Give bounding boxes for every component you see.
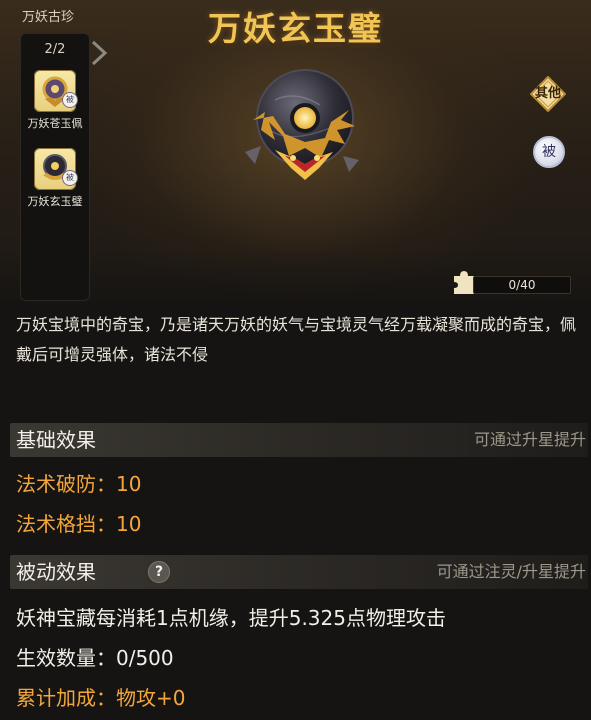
fragment-progress-bar: 0/40: [473, 276, 571, 294]
stat-spell-block: 法术格挡：10: [16, 512, 142, 536]
other-button-label: 其他: [534, 86, 561, 101]
basic-effects-title: 基础效果: [16, 428, 96, 452]
help-icon[interactable]: ?: [148, 561, 170, 583]
list-item-jade-pendant[interactable]: 被 万妖苍玉佩: [25, 70, 85, 131]
list-item-jade-disc[interactable]: 被 万妖玄玉璧: [25, 148, 85, 209]
passive-button[interactable]: 被: [533, 136, 565, 168]
item-name: 万妖玄玉璧: [27, 195, 83, 208]
passive-effect-bonus: 累计加成：物攻+0: [16, 686, 186, 710]
item-description: 万妖宝境中的奇宝，乃是诸天万妖的妖气与宝境灵气经万载凝聚而成的奇宝，佩戴后可增灵…: [16, 315, 577, 364]
basic-effects-header: 基础效果 可通过升星提升: [10, 423, 588, 457]
passive-badge: 被: [62, 92, 78, 108]
item-list-panel: 2/2 被 万妖苍玉佩 被 万妖玄玉璧: [20, 33, 90, 301]
other-button[interactable]: 其他: [529, 75, 567, 113]
passive-effects-header: 被动效果 ? 可通过注灵/升星提升: [10, 555, 588, 589]
passive-effects-title: 被动效果: [16, 560, 96, 584]
expand-arrow-icon[interactable]: [91, 40, 109, 66]
jade-pendant-icon: 被: [34, 70, 78, 112]
passive-effect-count: 生效数量：0/500: [16, 646, 174, 670]
jade-disc-artwork: [245, 69, 359, 180]
item-count: 2/2: [44, 42, 66, 57]
stat-spell-penetration: 法术破防：10: [16, 472, 142, 496]
passive-effect-text: 妖神宝藏每消耗1点机缘，提升5.325点物理攻击: [16, 606, 446, 630]
passive-badge: 被: [62, 170, 78, 186]
fragment-progress-text: 0/40: [508, 278, 536, 292]
item-name: 万妖苍玉佩: [27, 117, 83, 130]
jade-disc-icon: 被: [34, 148, 78, 190]
passive-effects-hint: 可通过注灵/升星提升: [436, 562, 586, 581]
basic-effects-hint: 可通过升星提升: [473, 430, 586, 449]
category-label: 万妖古珍: [22, 10, 75, 25]
